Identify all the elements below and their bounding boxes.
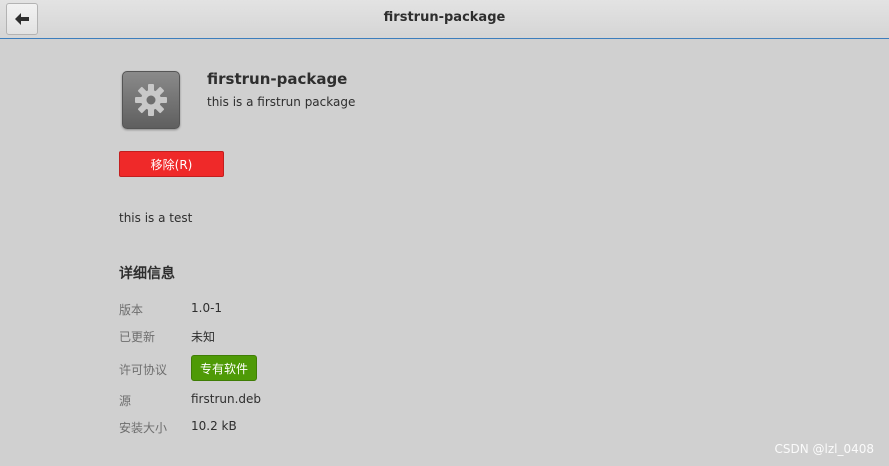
details-heading: 详细信息	[119, 266, 175, 282]
detail-label-source: 源	[119, 394, 132, 408]
watermark: CSDN @lzl_0408	[774, 442, 874, 456]
header-bar: firstrun-package	[0, 0, 889, 39]
remove-button[interactable]: 移除(R)	[119, 151, 224, 177]
window-title: firstrun-package	[383, 10, 506, 25]
app-name: firstrun-package	[207, 70, 348, 88]
app-icon	[122, 71, 180, 129]
detail-label-updated: 已更新	[119, 330, 156, 344]
app-description: this is a test	[119, 211, 193, 225]
detail-value-version: 1.0-1	[191, 301, 223, 315]
app-summary: this is a firstrun package	[207, 95, 356, 109]
detail-label-installed-size: 安装大小	[119, 421, 168, 435]
detail-value-source: firstrun.deb	[191, 392, 262, 406]
detail-value-updated: 未知	[191, 330, 216, 344]
detail-value-installed-size: 10.2 kB	[191, 419, 237, 433]
detail-label-license: 许可协议	[119, 363, 168, 377]
license-badge[interactable]: 专有软件	[191, 355, 257, 381]
gear-icon	[135, 84, 167, 116]
detail-label-version: 版本	[119, 303, 144, 317]
